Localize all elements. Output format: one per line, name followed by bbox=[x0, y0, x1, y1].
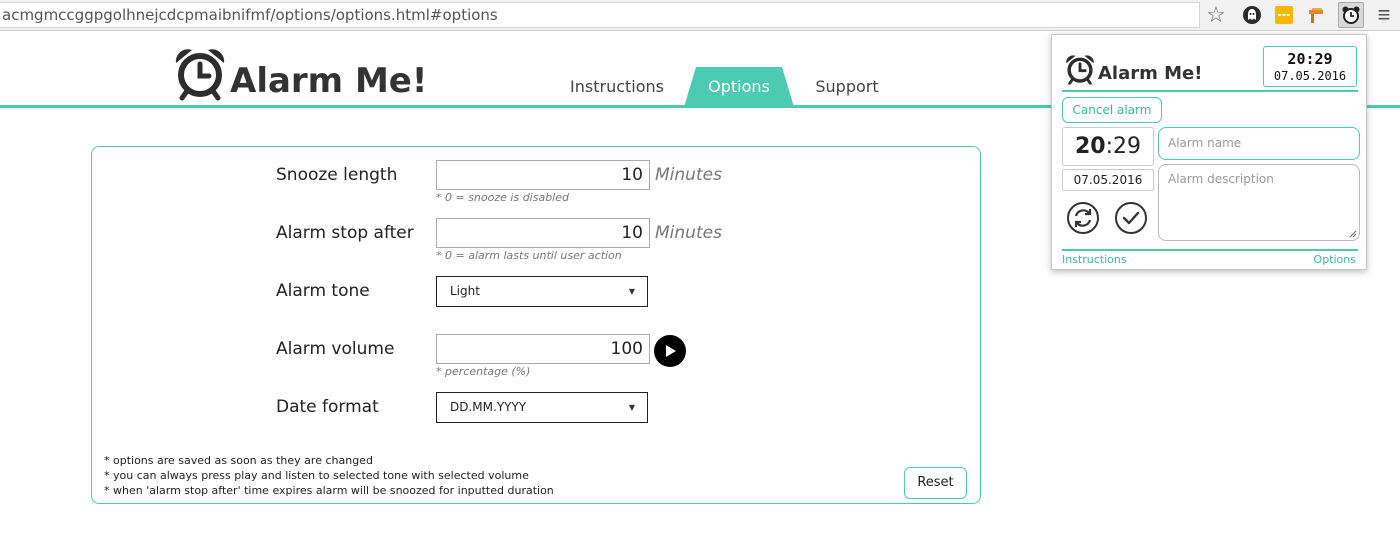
alarm-clock-icon[interactable] bbox=[1338, 2, 1364, 28]
snooze-length-input[interactable]: 10 bbox=[436, 160, 650, 190]
current-clock: 20:29 07.05.2016 bbox=[1263, 46, 1357, 87]
alarm-hour[interactable]: 20 bbox=[1075, 134, 1106, 159]
play-button[interactable] bbox=[654, 335, 686, 367]
alarm-date-picker[interactable]: 07.05.2016 bbox=[1062, 169, 1154, 191]
volume-hint: * percentage (%) bbox=[436, 365, 531, 378]
stop-after-unit: Minutes bbox=[655, 223, 722, 243]
bookmark-star-icon[interactable]: ☆ bbox=[1204, 3, 1228, 27]
popup-logo-text: Alarm Me! bbox=[1098, 63, 1203, 84]
note-line: * when 'alarm stop after' time expires a… bbox=[104, 484, 554, 497]
confirm-button[interactable] bbox=[1114, 201, 1148, 235]
snooze-unit: Minutes bbox=[655, 165, 722, 185]
alarm-tone-select[interactable]: Light ▼ bbox=[436, 276, 648, 307]
alarm-clock-logo-icon bbox=[1066, 55, 1094, 85]
date-format-select[interactable]: DD.MM.YYYY ▼ bbox=[436, 392, 648, 423]
tab-instructions[interactable]: Instructions bbox=[560, 67, 674, 107]
date-format-value: DD.MM.YYYY bbox=[450, 400, 527, 414]
browser-toolbar: acmgmccggpgolhnejcdcpmaibnifmf/options/o… bbox=[0, 0, 1400, 31]
alarm-name-input[interactable]: Alarm name bbox=[1158, 127, 1360, 160]
repeat-button[interactable] bbox=[1066, 201, 1100, 235]
alarm-stop-after-input[interactable]: 10 bbox=[436, 218, 650, 248]
tab-support[interactable]: Support bbox=[800, 67, 894, 107]
snooze-length-label: Snooze length bbox=[276, 165, 398, 185]
checkmark-icon bbox=[1115, 202, 1147, 234]
alarm-tone-label: Alarm tone bbox=[276, 281, 370, 301]
current-time: 20:29 bbox=[1287, 50, 1333, 68]
alarm-popup: Alarm Me! 20:29 07.05.2016 Cancel alarm … bbox=[1051, 34, 1367, 270]
stop-after-hint: * 0 = alarm lasts until user action bbox=[436, 249, 622, 262]
alarm-stop-after-label: Alarm stop after bbox=[276, 223, 414, 243]
alarm-clock-logo-icon bbox=[175, 49, 225, 101]
cancel-alarm-button[interactable]: Cancel alarm bbox=[1062, 97, 1162, 123]
alarm-tone-value: Light bbox=[450, 284, 480, 298]
alarm-volume-input[interactable]: 100 bbox=[436, 334, 650, 364]
yellow-extension-icon[interactable] bbox=[1272, 3, 1296, 27]
orange-extension-icon[interactable] bbox=[1304, 3, 1328, 27]
ghostery-icon[interactable] bbox=[1240, 3, 1264, 27]
refresh-icon bbox=[1067, 202, 1099, 234]
alarm-minute[interactable]: 29 bbox=[1113, 134, 1141, 159]
alarm-time-picker[interactable]: 20:29 bbox=[1062, 127, 1154, 166]
reset-button[interactable]: Reset bbox=[904, 467, 967, 499]
menu-icon[interactable]: ≡ bbox=[1372, 2, 1396, 27]
play-icon bbox=[666, 345, 676, 357]
tab-options[interactable]: Options bbox=[684, 67, 794, 107]
logo-text: Alarm Me! bbox=[230, 61, 428, 101]
alarm-time-separator: : bbox=[1105, 134, 1114, 159]
popup-options-link[interactable]: Options bbox=[1314, 253, 1356, 266]
address-bar[interactable]: acmgmccggpgolhnejcdcpmaibnifmf/options/o… bbox=[0, 2, 1200, 28]
popup-logo: Alarm Me! bbox=[1064, 53, 1202, 85]
resize-grip-icon[interactable] bbox=[1349, 230, 1357, 238]
popup-footer-divider bbox=[1062, 249, 1358, 251]
options-panel: Snooze length 10 Minutes * 0 = snooze is… bbox=[91, 146, 981, 504]
current-date: 07.05.2016 bbox=[1273, 69, 1347, 83]
chevron-down-icon: ▼ bbox=[628, 287, 635, 296]
note-line: * options are saved as soon as they are … bbox=[104, 454, 373, 467]
note-line: * you can always press play and listen t… bbox=[104, 469, 529, 482]
logo: Alarm Me! bbox=[172, 45, 427, 101]
chevron-down-icon: ▼ bbox=[628, 403, 635, 412]
popup-divider bbox=[1062, 90, 1358, 92]
options-notes: * options are saved as soon as they are … bbox=[104, 453, 554, 498]
snooze-hint: * 0 = snooze is disabled bbox=[436, 191, 569, 204]
alarm-description-input[interactable]: Alarm description bbox=[1158, 164, 1360, 241]
popup-instructions-link[interactable]: Instructions bbox=[1062, 253, 1127, 266]
alarm-description-placeholder: Alarm description bbox=[1168, 172, 1274, 186]
alarm-volume-label: Alarm volume bbox=[276, 339, 395, 359]
date-format-label: Date format bbox=[276, 397, 379, 417]
